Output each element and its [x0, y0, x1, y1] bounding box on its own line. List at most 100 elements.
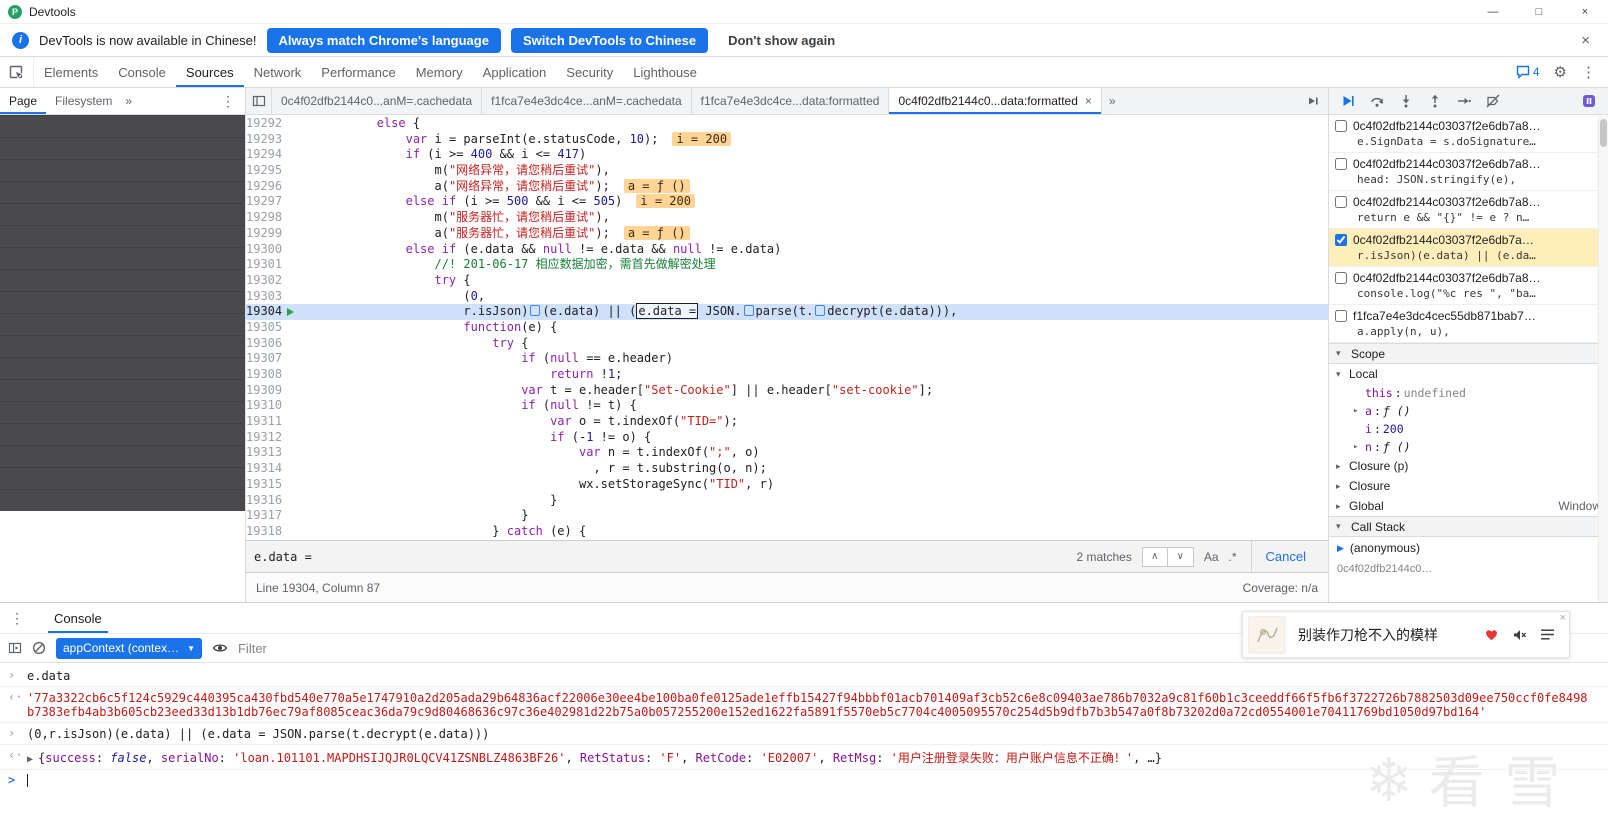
line-number[interactable]: 19305: [246, 320, 290, 336]
line-number[interactable]: 19295: [246, 163, 290, 179]
step-icon[interactable]: [1457, 94, 1471, 108]
breakpoint-checkbox[interactable]: [1335, 272, 1347, 284]
scope-section[interactable]: ▸ Global Window: [1329, 496, 1608, 516]
search-cancel-button[interactable]: Cancel: [1250, 541, 1320, 572]
editor-tab[interactable]: 0c4f02dfb2144c0...anM=.cachedata: [272, 88, 483, 114]
line-number[interactable]: 19303: [246, 289, 290, 305]
breakpoint-entry[interactable]: 0c4f02dfb2144c03037f2e6db7a8… head: JSON.…: [1329, 153, 1608, 191]
clear-console-icon[interactable]: [32, 641, 46, 655]
inline-breakpoint-marker[interactable]: [743, 305, 754, 317]
line-number[interactable]: 19298: [246, 210, 290, 226]
execution-context-selector[interactable]: appContext (contex… ▼: [56, 637, 202, 659]
navigator-tab-filesystem[interactable]: Filesystem: [46, 88, 121, 114]
line-number[interactable]: 19302: [246, 273, 290, 289]
expand-arrow-icon[interactable]: ▶: [27, 754, 33, 765]
minimize-icon[interactable]: —: [1470, 0, 1516, 23]
tab-memory[interactable]: Memory: [406, 57, 473, 87]
step-over-icon[interactable]: [1370, 94, 1384, 108]
tab-sources[interactable]: Sources: [176, 57, 244, 87]
breakpoint-checkbox[interactable]: [1335, 234, 1347, 246]
inspect-element-icon[interactable]: [0, 57, 34, 87]
line-number[interactable]: 19314: [246, 461, 290, 477]
breakpoint-checkbox[interactable]: [1335, 310, 1347, 322]
settings-gear-icon[interactable]: ⚙: [1554, 63, 1567, 81]
scope-variable[interactable]: ▸ n: ƒ (): [1329, 438, 1608, 456]
breakpoint-entry[interactable]: 0c4f02dfb2144c03037f2e6db7a… r.isJson)(e.…: [1329, 229, 1608, 267]
dont-show-again-button[interactable]: Don't show again: [718, 28, 845, 53]
line-number[interactable]: 19315: [246, 477, 290, 493]
step-out-icon[interactable]: [1428, 94, 1442, 108]
close-tab-icon[interactable]: ×: [1085, 94, 1092, 108]
line-number[interactable]: 19312: [246, 430, 290, 446]
line-number[interactable]: 19316: [246, 493, 290, 509]
step-into-icon[interactable]: [1399, 94, 1413, 108]
line-number[interactable]: 19309: [246, 383, 290, 399]
line-number[interactable]: 19318: [246, 524, 290, 540]
close-window-icon[interactable]: ×: [1562, 0, 1608, 23]
scope-variable[interactable]: this: undefined: [1329, 384, 1608, 402]
callstack-frame[interactable]: ▶ (anonymous): [1329, 537, 1608, 559]
line-number[interactable]: 19297: [246, 194, 290, 210]
tab-console[interactable]: Console: [48, 603, 108, 633]
line-number[interactable]: 19311: [246, 414, 290, 430]
navigator-overflow-icon[interactable]: »: [121, 88, 136, 114]
tab-console[interactable]: Console: [108, 57, 176, 87]
switch-devtools-chinese-button[interactable]: Switch DevTools to Chinese: [510, 27, 709, 53]
line-number[interactable]: 19301: [246, 257, 290, 273]
sidebar-scrollbar[interactable]: [1598, 116, 1608, 602]
breakpoint-entry[interactable]: f1fca7e4e3dc4cec55db871bab7… a.apply(n, u…: [1329, 305, 1608, 343]
navigator-tab-page[interactable]: Page: [0, 88, 46, 114]
breakpoint-checkbox[interactable]: [1335, 120, 1347, 132]
tab-security[interactable]: Security: [556, 57, 623, 87]
heart-icon[interactable]: [1483, 627, 1500, 642]
tab-application[interactable]: Application: [473, 57, 557, 87]
navigator-more-icon[interactable]: ⋮: [211, 88, 245, 114]
editor-tabs-overflow-icon[interactable]: »: [1102, 88, 1123, 114]
deactivate-breakpoints-icon[interactable]: [1486, 94, 1500, 108]
scope-section[interactable]: ▾ Local: [1329, 364, 1608, 384]
line-number[interactable]: 19317: [246, 508, 290, 524]
line-number[interactable]: 19307: [246, 351, 290, 367]
scope-section[interactable]: ▸ Closure (p): [1329, 456, 1608, 476]
breakpoint-checkbox[interactable]: [1335, 196, 1347, 208]
toggle-debugger-sidebar-icon[interactable]: [1306, 88, 1328, 114]
maximize-icon[interactable]: □: [1516, 0, 1562, 23]
scope-variable[interactable]: ▸ a: ƒ (): [1329, 402, 1608, 420]
tab-elements[interactable]: Elements: [34, 57, 108, 87]
line-number[interactable]: 19300: [246, 242, 290, 258]
infobar-close-icon[interactable]: ×: [1575, 32, 1596, 49]
line-number[interactable]: 19296: [246, 179, 290, 195]
tab-performance[interactable]: Performance: [311, 57, 405, 87]
match-chrome-language-button[interactable]: Always match Chrome's language: [266, 27, 501, 53]
console-prompt[interactable]: >: [0, 770, 1608, 791]
speaker-muted-icon[interactable]: [1512, 628, 1528, 642]
search-next-icon[interactable]: ∨: [1167, 546, 1194, 567]
line-number[interactable]: 19294: [246, 147, 290, 163]
navigator-toggle-icon[interactable]: [246, 88, 272, 114]
match-case-toggle[interactable]: Aa: [1204, 550, 1219, 564]
tab-network[interactable]: Network: [244, 57, 312, 87]
line-number[interactable]: 19313: [246, 445, 290, 461]
editor-tab[interactable]: 0c4f02dfb2144c0...data:formatted ×: [889, 88, 1102, 114]
tab-lighthouse[interactable]: Lighthouse: [623, 57, 707, 87]
live-expression-eye-icon[interactable]: [212, 641, 228, 655]
pause-on-exceptions-icon[interactable]: [1582, 94, 1596, 108]
search-input[interactable]: [254, 549, 1067, 564]
line-number[interactable]: 19310: [246, 398, 290, 414]
console-messages-icon[interactable]: 4: [1516, 65, 1540, 79]
editor-tab[interactable]: f1fca7e4e3dc4ce...anM=.cachedata: [482, 88, 692, 114]
playlist-icon[interactable]: [1540, 628, 1555, 641]
line-number[interactable]: 19299: [246, 226, 290, 242]
regex-toggle[interactable]: .*: [1229, 550, 1237, 564]
console-filter-input[interactable]: [237, 640, 538, 656]
line-number[interactable]: 19306: [246, 336, 290, 352]
scope-section-header[interactable]: ▾ Scope: [1329, 343, 1608, 364]
breakpoint-entry[interactable]: 0c4f02dfb2144c03037f2e6db7a8… return e &&…: [1329, 191, 1608, 229]
breakpoint-checkbox[interactable]: [1335, 158, 1347, 170]
search-previous-icon[interactable]: ∧: [1141, 546, 1168, 567]
line-number[interactable]: 19293: [246, 132, 290, 148]
line-number[interactable]: 19292: [246, 116, 290, 132]
line-number[interactable]: 19304: [246, 304, 290, 320]
drawer-more-icon[interactable]: ⋮: [0, 603, 34, 633]
callstack-frame[interactable]: 0c4f02dfb2144c0…: [1329, 559, 1608, 579]
